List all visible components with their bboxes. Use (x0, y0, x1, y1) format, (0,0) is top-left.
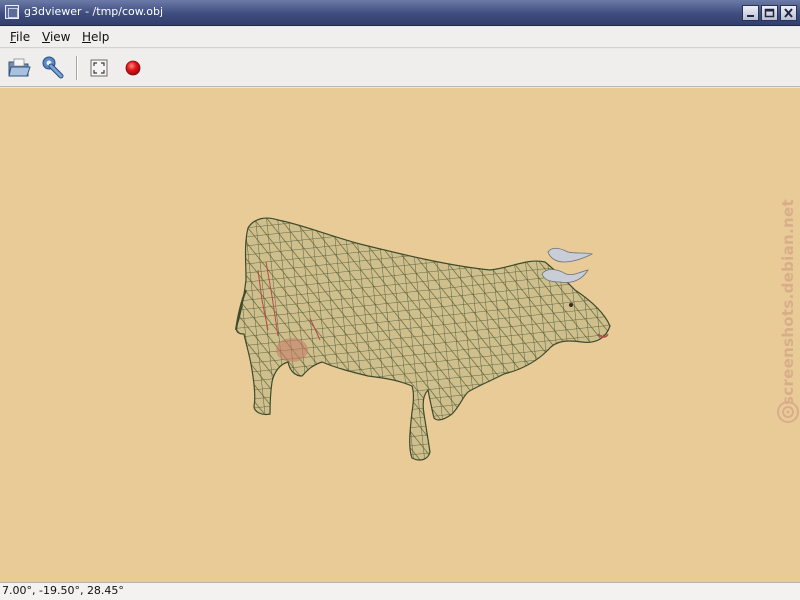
watermark-text: screenshots.debian.net (779, 199, 797, 405)
window-icon[interactable] (5, 5, 19, 19)
cow-eye (569, 303, 573, 307)
maximize-button[interactable] (761, 5, 778, 21)
open-button[interactable] (6, 55, 32, 81)
close-icon (784, 8, 793, 18)
title-bar[interactable]: g3dviewer - /tmp/cow.obj (0, 0, 800, 26)
3d-viewport[interactable]: screenshots.debian.net (0, 88, 800, 582)
status-bar: 7.00°, -19.50°, 28.45° (0, 582, 800, 600)
properties-wrench-icon (42, 56, 64, 79)
minimize-button[interactable] (742, 5, 759, 21)
window-title: g3dviewer - /tmp/cow.obj (24, 5, 163, 18)
rotation-readout: 7.00°, -19.50°, 28.45° (2, 584, 124, 597)
fullscreen-icon (90, 59, 108, 77)
record-button[interactable] (120, 55, 146, 81)
close-button[interactable] (780, 5, 797, 21)
minimize-icon (747, 15, 754, 17)
open-file-icon (8, 58, 31, 77)
debian-swirl-icon (777, 401, 799, 423)
menu-file[interactable]: File (10, 30, 30, 44)
toolbar (0, 49, 800, 87)
toolbar-separator (76, 56, 78, 80)
properties-button[interactable] (40, 55, 66, 81)
menu-view[interactable]: View (42, 30, 70, 44)
maximize-icon (764, 8, 775, 18)
fullscreen-button[interactable] (86, 55, 112, 81)
record-icon (125, 60, 141, 76)
cow-wireframe-model[interactable] (0, 88, 800, 582)
menu-help[interactable]: Help (82, 30, 109, 44)
menu-bar: File View Help (0, 27, 800, 48)
